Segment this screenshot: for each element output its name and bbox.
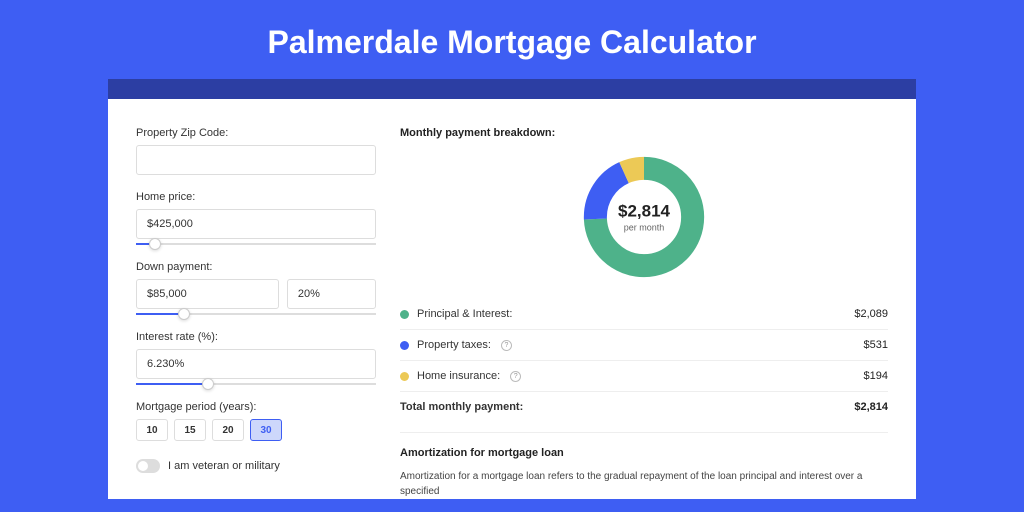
home-price-label: Home price: (136, 191, 376, 203)
down-payment-label: Down payment: (136, 261, 376, 273)
breakdown-row: Principal & Interest: $2,089 (400, 299, 888, 329)
breakdown-row: Home insurance:? $194 (400, 360, 888, 391)
period-btn-10[interactable]: 10 (136, 419, 168, 441)
period-label: Mortgage period (years): (136, 401, 376, 413)
breakdown-title: Monthly payment breakdown: (400, 127, 888, 139)
page-title: Palmerdale Mortgage Calculator (0, 0, 1024, 79)
inputs-panel: Property Zip Code: Home price: Down paym… (136, 127, 376, 499)
home-price-slider[interactable] (136, 243, 376, 245)
home-price-field: Home price: (136, 191, 376, 245)
amortization-title: Amortization for mortgage loan (400, 447, 888, 459)
breakdown-value: $194 (864, 370, 888, 382)
amortization-section: Amortization for mortgage loan Amortizat… (400, 432, 888, 499)
veteran-label: I am veteran or military (168, 460, 280, 472)
zip-input[interactable] (136, 145, 376, 175)
zip-label: Property Zip Code: (136, 127, 376, 139)
breakdown-label: Principal & Interest: (417, 308, 512, 320)
period-btn-30[interactable]: 30 (250, 419, 282, 441)
breakdown-panel: Monthly payment breakdown: $2,814 per mo… (400, 127, 888, 499)
down-payment-slider[interactable] (136, 313, 376, 315)
interest-label: Interest rate (%): (136, 331, 376, 343)
interest-input[interactable] (136, 349, 376, 379)
legend-dot (400, 341, 409, 350)
total-value: $2,814 (854, 401, 888, 413)
interest-slider[interactable] (136, 383, 376, 385)
calculator-card: Property Zip Code: Home price: Down paym… (108, 99, 916, 499)
down-payment-pct-input[interactable] (287, 279, 376, 309)
info-icon[interactable]: ? (510, 371, 521, 382)
down-payment-field: Down payment: (136, 261, 376, 315)
legend-dot (400, 372, 409, 381)
zip-field: Property Zip Code: (136, 127, 376, 175)
down-payment-input[interactable] (136, 279, 279, 309)
header-band (108, 79, 916, 99)
veteran-toggle[interactable] (136, 459, 160, 473)
period-btn-20[interactable]: 20 (212, 419, 244, 441)
donut-wrap: $2,814 per month (400, 153, 888, 281)
donut-sub: per month (618, 223, 670, 233)
breakdown-label: Home insurance: (417, 370, 500, 382)
period-buttons: 10 15 20 30 (136, 419, 376, 441)
period-field: Mortgage period (years): 10 15 20 30 (136, 401, 376, 441)
total-row: Total monthly payment: $2,814 (400, 391, 888, 422)
donut-center: $2,814 per month (618, 202, 670, 233)
amortization-text: Amortization for a mortgage loan refers … (400, 469, 888, 499)
payment-donut-chart: $2,814 per month (580, 153, 708, 281)
interest-field: Interest rate (%): (136, 331, 376, 385)
breakdown-value: $531 (864, 339, 888, 351)
breakdown-value: $2,089 (854, 308, 888, 320)
veteran-row: I am veteran or military (136, 459, 376, 473)
total-label: Total monthly payment: (400, 401, 523, 413)
breakdown-label: Property taxes: (417, 339, 491, 351)
info-icon[interactable]: ? (501, 340, 512, 351)
breakdown-row: Property taxes:? $531 (400, 329, 888, 360)
donut-amount: $2,814 (618, 202, 670, 222)
home-price-input[interactable] (136, 209, 376, 239)
legend-dot (400, 310, 409, 319)
period-btn-15[interactable]: 15 (174, 419, 206, 441)
